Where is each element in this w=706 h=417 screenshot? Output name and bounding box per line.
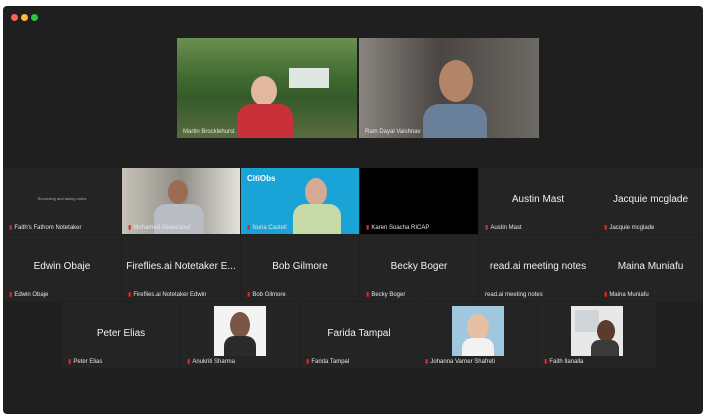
citiobs-logo: CitiObs <box>247 174 276 183</box>
muted-mic-icon: ▮ <box>128 225 132 231</box>
video-tile-becky[interactable]: Becky Boger ▮ Becky Boger <box>360 235 478 301</box>
muted-mic-icon: ▮ <box>604 292 608 298</box>
video-tile-mohamed[interactable]: ▮ Mohamed Abdelraouf <box>122 168 240 234</box>
video-tile-anukriti[interactable]: ▮ Anukriti Sharma <box>181 302 299 368</box>
participant-name: ▮ Fireflies.ai Notetaker Edwin <box>128 292 207 298</box>
house-in-background <box>289 68 329 88</box>
participant-body <box>293 204 341 234</box>
video-tile-bob[interactable]: Bob Gilmore ▮ Bob Gilmore <box>241 235 359 301</box>
participant-name: ▮ Mohamed Abdelraouf <box>128 225 191 231</box>
participant-name: ▮ Faith Ilanalla <box>544 359 584 365</box>
video-tile-maina[interactable]: Maina Muniafu ▮ Maina Muniafu <box>598 235 703 301</box>
participant-body <box>423 104 487 138</box>
participant-head <box>305 178 327 206</box>
video-tile-karen[interactable]: ▮ Karen Soacha RICAP <box>360 168 478 234</box>
muted-mic-icon: ▮ <box>247 292 251 298</box>
participant-body <box>237 104 293 138</box>
participant-name: ▮ Nuria Castell <box>247 225 287 231</box>
video-tile-edwin[interactable]: Edwin Obaje ▮ Edwin Obaje <box>3 235 121 301</box>
profile-photo <box>452 306 504 356</box>
muted-mic-icon: ▮ <box>544 359 548 365</box>
muted-mic-icon: ▮ <box>68 359 72 365</box>
participant-name: ▮ Austin Mast <box>485 225 522 231</box>
muted-mic-icon: ▮ <box>9 292 13 298</box>
participant-head <box>251 76 277 106</box>
participant-display-name: Becky Boger <box>390 261 448 273</box>
muted-mic-icon: ▮ <box>366 225 370 231</box>
participant-head <box>168 180 188 204</box>
participant-name: ▮ Farida Tampal <box>306 359 350 365</box>
participant-head <box>439 60 473 102</box>
participant-display-name: read.ai meeting notes <box>489 261 587 273</box>
participant-display-name: Bob Gilmore <box>272 261 328 273</box>
muted-mic-icon: ▮ <box>425 359 429 365</box>
participant-display-name: Jacquie mcglade <box>612 194 689 206</box>
participant-name: ▮ Bob Gilmore <box>247 292 286 298</box>
participant-name: ▮ Johanna Varner Shafreti <box>425 359 495 365</box>
video-tile-ram[interactable]: Ram Dayal Vaishnav <box>359 38 539 138</box>
muted-mic-icon: ▮ <box>128 292 132 298</box>
video-tile-johanna[interactable]: ▮ Johanna Varner Shafreti <box>419 302 537 368</box>
zoom-window: Martin Brocklehurst Ram Dayal Vaishnav R… <box>3 6 703 414</box>
participant-display-name: Peter Elias <box>96 328 146 340</box>
minimize-window-button[interactable] <box>21 14 28 21</box>
video-tile-jacquie[interactable]: Jacquie mcglade ▮ Jacquie mcglade <box>598 168 703 234</box>
participant-display-name: Edwin Obaje <box>33 261 91 273</box>
participant-name: ▮ Peter Elias <box>68 359 103 365</box>
muted-mic-icon: ▮ <box>485 225 489 231</box>
participant-name: ▮ Faith's Fathom Notetaker <box>9 225 82 231</box>
participant-name: ▮ Maina Muniafu <box>604 292 649 298</box>
participant-name: Martin Brocklehurst <box>183 129 235 135</box>
participant-name: read.ai meeting notes <box>485 292 543 298</box>
muted-mic-icon: ▮ <box>366 292 370 298</box>
notetaker-caption: Recording and taking notes <box>37 196 87 201</box>
participant-name: ▮ Jacquie mcglade <box>604 225 655 231</box>
video-tile-fathom-notetaker[interactable]: Recording and taking notes ▮ Faith's Fath… <box>3 168 121 234</box>
video-tile-faith[interactable]: ▮ Faith Ilanalla <box>538 302 656 368</box>
video-tile-peter[interactable]: Peter Elias ▮ Peter Elias <box>62 302 180 368</box>
participant-name: ▮ Karen Soacha RICAP <box>366 225 430 231</box>
close-window-button[interactable] <box>11 14 18 21</box>
muted-mic-icon: ▮ <box>9 225 13 231</box>
participant-display-name: Austin Mast <box>511 194 565 206</box>
participant-display-name: Fireflies.ai Notetaker E... <box>126 261 236 273</box>
video-tile-martin[interactable]: Martin Brocklehurst <box>177 38 357 138</box>
video-tile-farida[interactable]: Farida Tampal ▮ Farida Tampal <box>300 302 418 368</box>
participant-name: ▮ Becky Boger <box>366 292 406 298</box>
participant-name: Ram Dayal Vaishnav <box>365 129 421 135</box>
maximize-window-button[interactable] <box>31 14 38 21</box>
participant-name: ▮ Anukriti Sharma <box>187 359 235 365</box>
profile-photo <box>214 306 266 356</box>
muted-mic-icon: ▮ <box>187 359 191 365</box>
video-tile-fireflies[interactable]: Fireflies.ai Notetaker E... ▮ Fireflies.a… <box>122 235 240 301</box>
video-tile-readai[interactable]: read.ai meeting notes read.ai meeting no… <box>479 235 597 301</box>
participant-name: ▮ Edwin Obaje <box>9 292 49 298</box>
muted-mic-icon: ▮ <box>306 359 310 365</box>
participant-display-name: Maina Muniafu <box>617 261 684 273</box>
muted-mic-icon: ▮ <box>247 225 251 231</box>
profile-photo <box>571 306 623 356</box>
participant-display-name: Farida Tampal <box>327 328 391 340</box>
video-tile-austin[interactable]: Austin Mast ▮ Austin Mast <box>479 168 597 234</box>
video-tile-nuria[interactable]: CitiObs ▮ Nuria Castell <box>241 168 359 234</box>
muted-mic-icon: ▮ <box>604 225 608 231</box>
